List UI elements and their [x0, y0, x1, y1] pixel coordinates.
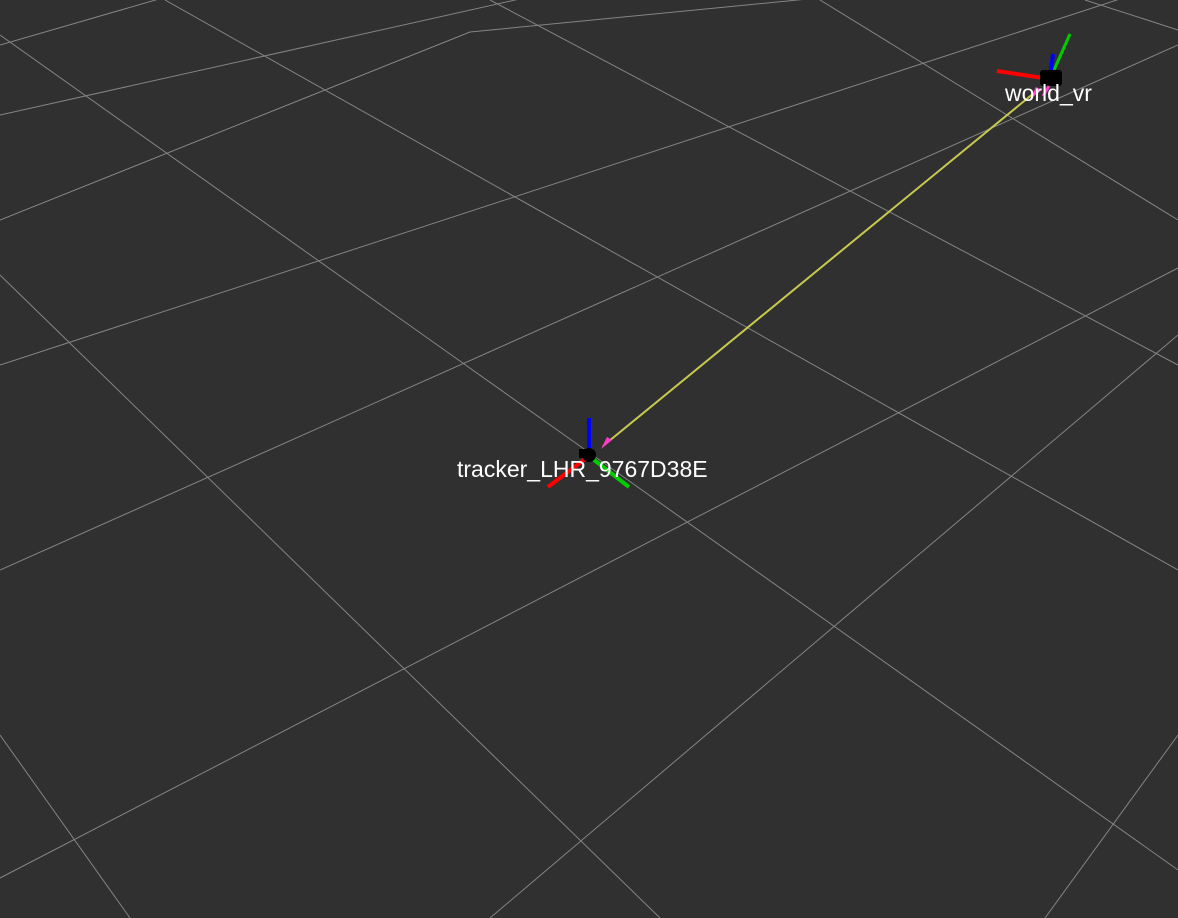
grid-line	[0, 267, 1178, 879]
tf-link-line	[602, 92, 1035, 447]
grid-line	[469, 0, 803, 33]
3d-viewport[interactable]: world_vr tracker_LHR_9767D38E	[0, 0, 1178, 918]
world-frame-label: world_vr	[1004, 80, 1092, 106]
tracker-frame-label: tracker_LHR_9767D38E	[457, 456, 708, 482]
grid-line	[489, 0, 1178, 366]
grid-line	[0, 31, 471, 221]
grid-line	[819, 0, 1178, 221]
grid-line	[0, 274, 661, 918]
grid-line	[1084, 0, 1178, 31]
grid-line	[0, 0, 1119, 366]
grid-line	[0, 734, 131, 918]
grid-line	[1044, 734, 1178, 918]
scene-canvas[interactable]: world_vr tracker_LHR_9767D38E	[0, 0, 1178, 918]
grid-line	[0, 0, 158, 46]
tf-link	[601, 87, 1042, 449]
grid-line	[0, 0, 518, 116]
